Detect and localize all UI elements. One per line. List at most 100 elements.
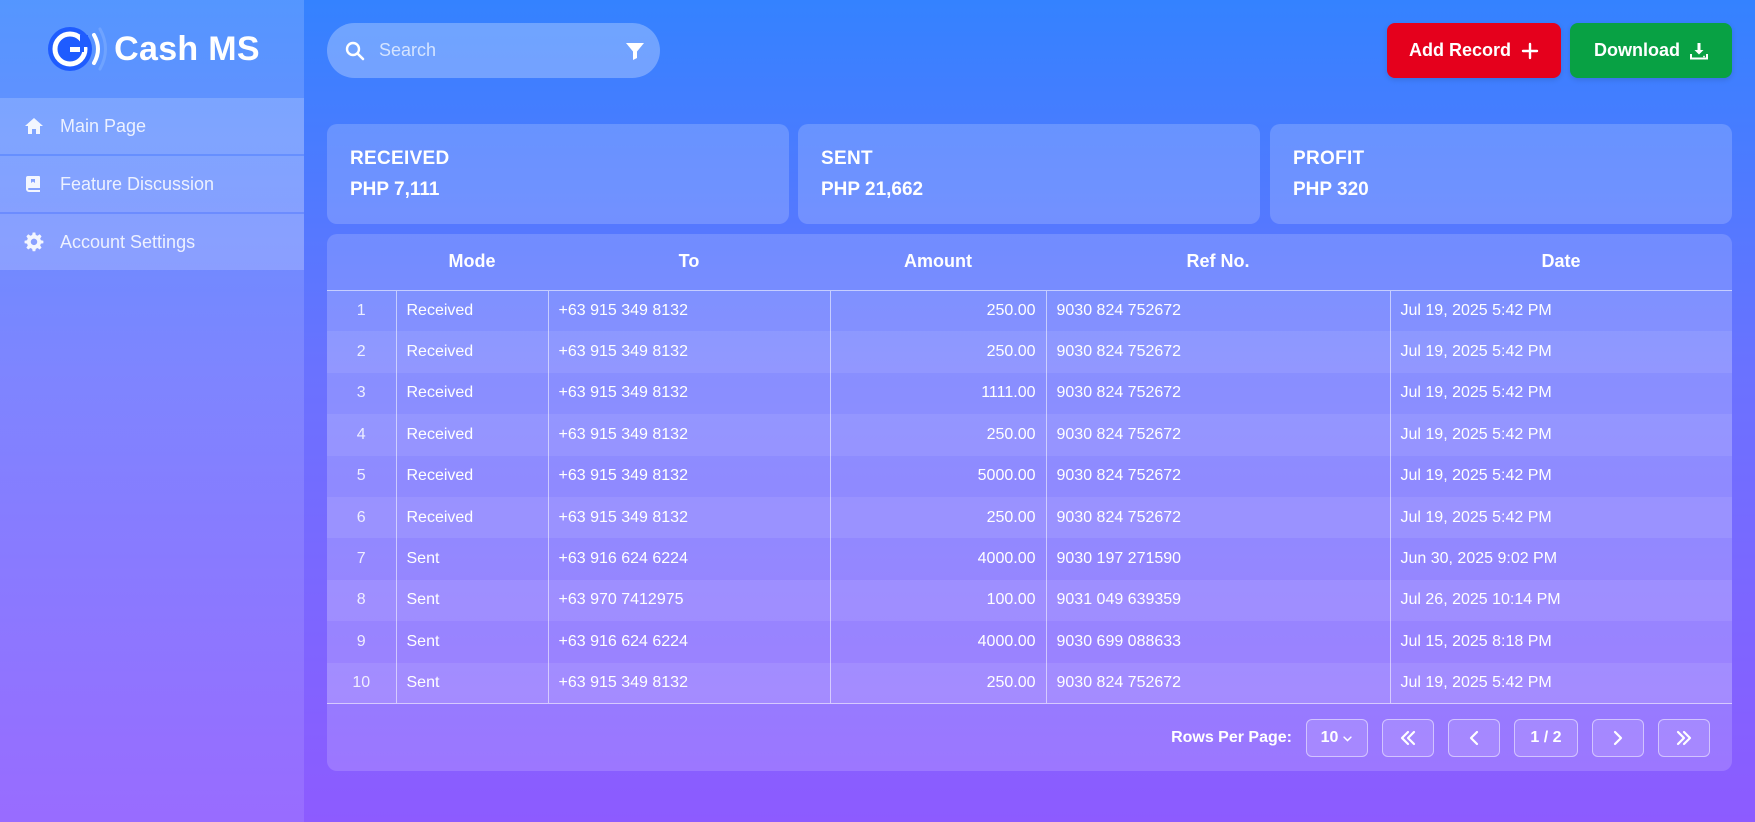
brand[interactable]: Cash MS [0,0,304,98]
cell-mode: Received [395,331,548,373]
cell-index: 3 [327,372,396,415]
download-label: Download [1594,40,1680,60]
table-row[interactable]: 8 Sent +63 970 7412975 100.00 9031 049 63935… [327,579,1732,622]
book-icon [26,176,40,192]
cell-index: 8 [327,579,396,622]
cell-index: 7 [327,538,396,580]
records-panel: Mode To Amount Ref No. Date 1 Received +63… [327,234,1732,771]
chevron-right-icon [1613,730,1623,746]
cell-index: 10 [327,662,396,705]
col-header-ref-no[interactable]: Ref No. [1046,234,1390,291]
sidebar-item-label: Feature Discussion [60,173,215,194]
first-page-button[interactable] [1382,719,1434,757]
cell-date: Jul 19, 2025 5:42 PM [1389,290,1732,332]
search-input[interactable] [379,40,611,61]
cell-ref-no: 9030 824 752672 [1045,662,1390,705]
cell-date: Jul 19, 2025 5:42 PM [1389,455,1732,497]
cell-mode: Received [395,455,548,497]
records-table: Mode To Amount Ref No. Date 1 Received +63… [327,234,1732,705]
cell-to: +63 915 349 8132 [547,372,830,415]
chevron-down-icon [1343,735,1353,742]
table-row[interactable]: 1 Received +63 915 349 8132 250.00 9030 824 … [327,290,1732,332]
rows-per-page-label: Rows Per Page: [1171,729,1292,746]
summary-card-received: RECEIVED PHP 7,111 [327,124,789,224]
cell-amount: 1111.00 [829,372,1046,415]
cell-to: +63 916 624 6224 [547,538,830,580]
download-button[interactable]: Download [1570,23,1732,78]
download-icon [1690,42,1708,59]
cell-ref-no: 9030 824 752672 [1045,455,1390,497]
cell-date: Jul 19, 2025 5:42 PM [1389,414,1732,456]
cell-to: +63 916 624 6224 [547,621,830,663]
cell-date: Jul 26, 2025 10:14 PM [1389,579,1732,622]
cell-to: +63 915 349 8132 [547,496,830,539]
cell-ref-no: 9030 824 752672 [1045,372,1390,415]
cell-date: Jul 19, 2025 5:42 PM [1389,372,1732,415]
cell-amount: 250.00 [829,290,1046,332]
col-header-date[interactable]: Date [1390,234,1732,291]
cell-amount: 4000.00 [829,538,1046,580]
gcash-logo-icon [48,27,108,71]
table-header-row: Mode To Amount Ref No. Date [327,234,1732,291]
cell-to: +63 915 349 8132 [547,290,830,332]
table-row[interactable]: 9 Sent +63 916 624 6224 4000.00 9030 699 088… [327,621,1732,663]
summary-card-profit: PROFIT PHP 320 [1270,124,1732,224]
cell-mode: Received [395,372,548,415]
sidebar-item-main-page[interactable]: Main Page [0,98,304,154]
table-row[interactable]: 6 Received +63 915 349 8132 250.00 9030 824 … [327,496,1732,539]
sidebar-item-label: Main Page [60,115,147,136]
rows-per-page-select[interactable]: 10 [1306,719,1368,757]
add-record-button[interactable]: Add Record [1387,23,1561,78]
cell-amount: 4000.00 [829,621,1046,663]
card-title: SENT [821,148,873,169]
cell-ref-no: 9030 197 271590 [1045,538,1390,580]
cell-ref-no: 9030 824 752672 [1045,496,1390,539]
sidebar-item-label: Account Settings [60,231,196,252]
table-row[interactable]: 10 Sent +63 915 349 8132 250.00 9030 824 752… [327,662,1732,705]
app-title: Cash MS [114,29,260,68]
add-record-label: Add Record [1408,40,1511,60]
cell-date: Jul 19, 2025 5:42 PM [1389,662,1732,705]
cell-mode: Sent [395,621,548,663]
cell-ref-no: 9030 699 088633 [1045,621,1390,663]
prev-page-button[interactable] [1448,719,1500,757]
page-indicator: 1 / 2 [1514,719,1578,757]
cell-to: +63 915 349 8132 [547,455,830,497]
col-header-amount[interactable]: Amount [830,234,1046,291]
cell-ref-no: 9030 824 752672 [1045,331,1390,373]
plus-icon [1521,42,1539,59]
cell-index: 4 [327,414,396,456]
sidebar-item-account-settings[interactable]: Account Settings [0,214,304,270]
double-chevron-right-icon [1676,730,1692,746]
card-title: PROFIT [1293,148,1365,169]
gear-icon [24,232,44,252]
table-row[interactable]: 7 Sent +63 916 624 6224 4000.00 9030 197 271… [327,538,1732,580]
col-header-mode[interactable]: Mode [396,234,548,291]
cell-mode: Received [395,290,548,332]
next-page-button[interactable] [1592,719,1644,757]
cell-date: Jul 15, 2025 8:18 PM [1389,621,1732,663]
table-row[interactable]: 2 Received +63 915 349 8132 250.00 9030 824 … [327,331,1732,373]
sidebar: Cash MS Main Page Feature Discussion Acc… [0,0,304,822]
cell-ref-no: 9030 824 752672 [1045,290,1390,332]
last-page-button[interactable] [1658,719,1710,757]
cell-mode: Received [395,496,548,539]
cell-mode: Sent [395,662,548,705]
table-row[interactable]: 3 Received +63 915 349 8132 1111.00 9030 824… [327,372,1732,415]
table-row[interactable]: 5 Received +63 915 349 8132 5000.00 9030 824… [327,455,1732,497]
cell-date: Jun 30, 2025 9:02 PM [1389,538,1732,580]
cell-date: Jul 19, 2025 5:42 PM [1389,496,1732,539]
cell-to: +63 915 349 8132 [547,662,830,705]
cell-amount: 250.00 [829,496,1046,539]
col-header-to[interactable]: To [548,234,830,291]
search-icon [345,41,365,60]
cell-amount: 250.00 [829,331,1046,373]
home-icon [25,118,43,134]
filter-icon[interactable] [625,41,645,61]
summary-card-sent: SENT PHP 21,662 [798,124,1260,224]
pagination: Rows Per Page: 10 1 / 2 [1171,719,1710,757]
double-chevron-left-icon [1400,730,1416,746]
table-row[interactable]: 4 Received +63 915 349 8132 250.00 9030 824 … [327,414,1732,456]
cell-mode: Sent [395,579,548,622]
sidebar-item-feature-discussion[interactable]: Feature Discussion [0,156,304,212]
